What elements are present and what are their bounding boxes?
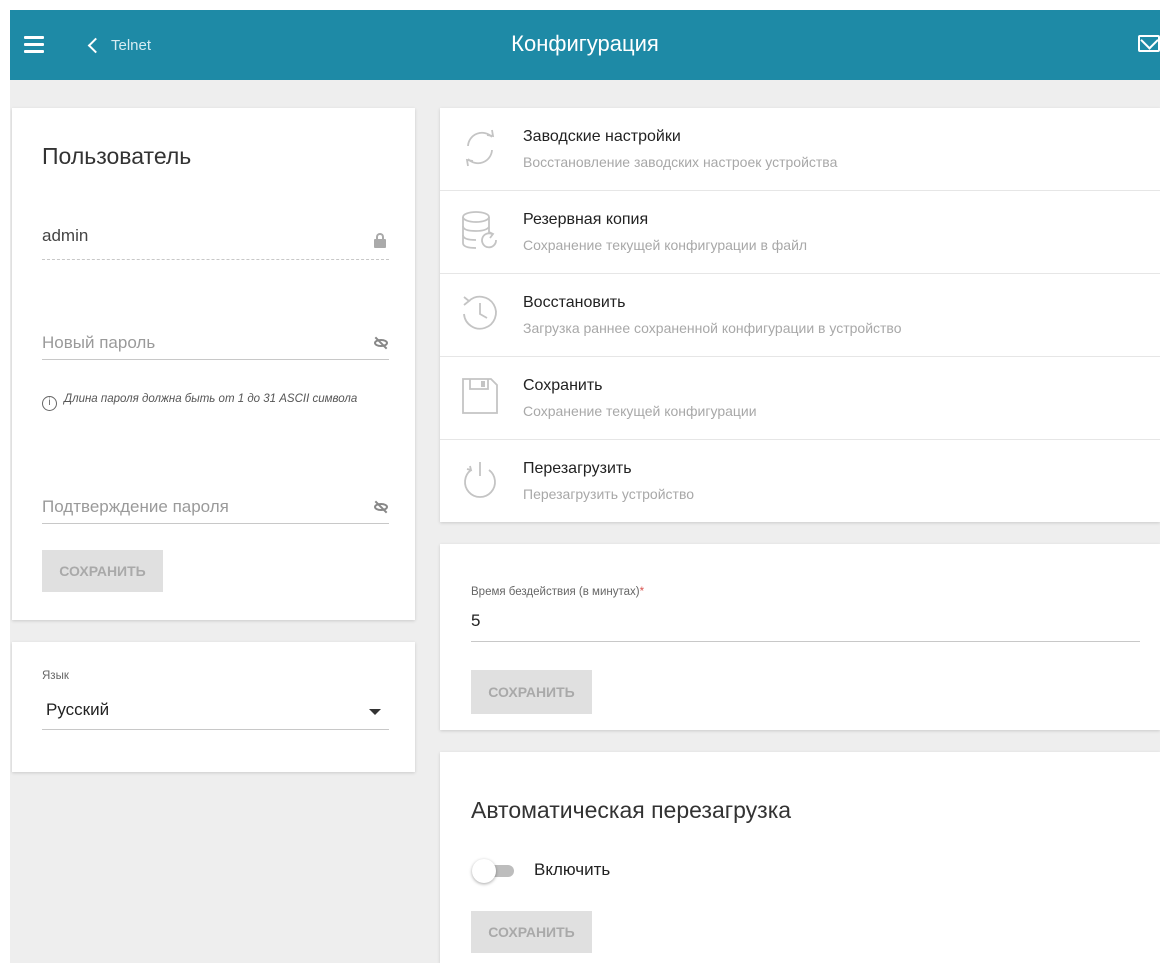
confirm-password-field[interactable] (42, 482, 389, 524)
language-label: Язык (42, 670, 69, 682)
action-title: Резервная копия (523, 211, 649, 228)
caret-down-icon (369, 709, 381, 715)
action-row-reboot[interactable]: Перезагрузить Перезагрузить устройство (440, 440, 1160, 523)
page-title: Конфигурация (511, 31, 659, 56)
auto-reboot-toggle[interactable] (472, 859, 520, 883)
action-description: Сохранение текущей конфигурации в файл (523, 237, 808, 253)
action-title: Восстановить (523, 294, 626, 311)
user-save-button[interactable]: СОХРАНИТЬ (42, 550, 163, 592)
timeout-card: Время бездействия (в минутах)* 5 СОХРАНИ… (440, 544, 1160, 730)
eye-off-icon[interactable] (373, 336, 389, 350)
toggle-knob (472, 859, 496, 883)
new-password-field[interactable] (42, 318, 389, 360)
username-value: admin (42, 226, 89, 245)
confirm-password-input[interactable] (42, 497, 342, 517)
timeout-field[interactable]: 5 (471, 604, 1140, 642)
actions-card: Заводские настройки Восстановление завод… (440, 108, 1160, 522)
action-row-restore[interactable]: Восстановить Загрузка раннее сохраненной… (440, 274, 1160, 357)
language-select[interactable]: Русский (42, 694, 389, 730)
action-description: Перезагрузить устройство (523, 486, 695, 502)
action-title: Сохранить (523, 377, 603, 394)
action-row-backup[interactable]: Резервная копия Сохранение текущей конфи… (440, 191, 1160, 274)
timeout-save-button[interactable]: СОХРАНИТЬ (471, 670, 592, 714)
action-row-factory-reset[interactable]: Заводские настройки Восстановление завод… (440, 108, 1160, 191)
username-field: admin (42, 218, 389, 260)
required-mark: * (639, 586, 645, 598)
language-select-value: Русский (46, 700, 110, 719)
auto-reboot-toggle-label: Включить (534, 860, 611, 879)
action-description: Сохранение текущей конфигурации (523, 403, 757, 419)
mail-icon[interactable] (1138, 35, 1160, 52)
timeout-label: Время бездействия (в минутах)* (471, 586, 644, 598)
action-description: Загрузка раннее сохраненной конфигурации… (523, 320, 902, 336)
app-window: Telnet Конфигурация Пользователь admin i… (10, 10, 1160, 963)
action-row-save[interactable]: Сохранить Сохранение текущей конфигураци… (440, 357, 1160, 440)
auto-reboot-save-button[interactable]: СОХРАНИТЬ (471, 911, 592, 953)
new-password-input[interactable] (42, 333, 342, 353)
user-card-title: Пользователь (42, 143, 192, 169)
backup-database-icon (462, 211, 497, 249)
auto-reboot-card: Автоматическая перезагрузка Включить СОХ… (440, 752, 1160, 963)
timeout-label-text: Время бездействия (в минутах) (471, 586, 640, 598)
timeout-value[interactable]: 5 (471, 611, 480, 631)
factory-reset-icon (465, 129, 495, 167)
floppy-save-icon (462, 378, 498, 414)
power-reboot-icon (464, 462, 496, 498)
info-icon: i (42, 396, 57, 411)
user-card: Пользователь admin i Длина пароля должна … (12, 108, 415, 620)
restore-history-icon (463, 295, 497, 330)
action-title: Заводские настройки (523, 128, 681, 145)
eye-off-icon[interactable] (373, 500, 389, 514)
top-bar: Telnet Конфигурация (10, 10, 1160, 80)
lock-icon (374, 233, 386, 248)
action-description: Восстановление заводских настроек устрой… (523, 154, 838, 170)
auto-reboot-title: Автоматическая перезагрузка (471, 797, 792, 823)
language-card: Язык Русский (12, 642, 415, 772)
password-hint: i Длина пароля должна быть от 1 до 31 ASC… (42, 386, 402, 412)
password-hint-text: Длина пароля должна быть от 1 до 31 ASCI… (64, 393, 358, 405)
action-title: Перезагрузить (523, 460, 632, 477)
